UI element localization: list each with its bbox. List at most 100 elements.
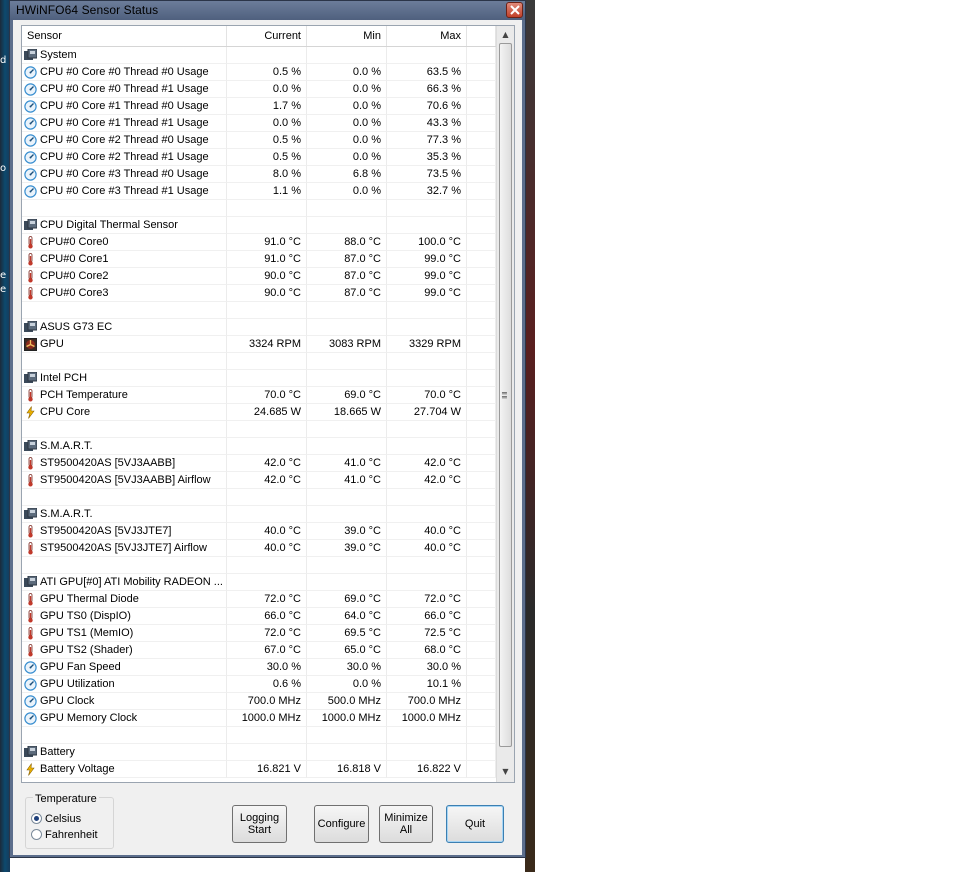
sensor-row[interactable]: ST9500420AS [5VJ3AABB] Airflow 42.0 °C 41.… xyxy=(22,472,496,489)
thermometer-icon xyxy=(28,287,33,300)
sensor-group-row[interactable]: S.M.A.R.T. xyxy=(22,506,496,523)
grip-icon: ═ ═ xyxy=(502,389,507,402)
blank-row[interactable] xyxy=(22,727,496,744)
sensor-row[interactable]: CPU #0 Core #1 Thread #1 Usage 0.0 % 0.0 %… xyxy=(22,115,496,132)
quit-button[interactable]: Quit xyxy=(446,805,504,843)
sensor-name: CPU #0 Core #2 Thread #1 Usage xyxy=(40,151,209,163)
empty-cell xyxy=(227,438,307,455)
current-value-cell: 90.0 °C xyxy=(227,285,307,302)
sensor-name: GPU Thermal Diode xyxy=(40,593,139,605)
radio-celsius[interactable]: Celsius xyxy=(31,813,81,825)
empty-cell xyxy=(227,217,307,234)
sensor-name: ST9500420AS [5VJ3AABB] Airflow xyxy=(40,474,211,486)
sensor-name: GPU TS0 (DispIO) xyxy=(40,610,131,622)
sensor-row[interactable]: CPU#0 Core3 90.0 °C 87.0 °C 99.0 °C xyxy=(22,285,496,302)
max-value-cell: 70.0 °C xyxy=(387,387,467,404)
radio-fahrenheit[interactable]: Fahrenheit xyxy=(31,829,98,841)
gauge-icon xyxy=(24,168,37,181)
spacer-cell xyxy=(467,404,496,421)
sensor-row[interactable]: CPU #0 Core #1 Thread #0 Usage 1.7 % 0.0 %… xyxy=(22,98,496,115)
spacer-cell xyxy=(467,693,496,710)
spacer-cell xyxy=(467,387,496,404)
scroll-down-arrow-icon[interactable]: ▼ xyxy=(497,763,514,780)
radio-button-icon[interactable] xyxy=(31,813,42,824)
sensor-row[interactable]: ST9500420AS [5VJ3JTE7] 40.0 °C 39.0 °C 40.0… xyxy=(22,523,496,540)
blank-row[interactable] xyxy=(22,302,496,319)
sensor-name-cell: CPU#0 Core0 xyxy=(22,234,227,251)
sensor-row[interactable]: CPU #0 Core #0 Thread #1 Usage 0.0 % 0.0 %… xyxy=(22,81,496,98)
column-header-max[interactable]: Max xyxy=(387,26,467,46)
sensor-name: ST9500420AS [5VJ3AABB] xyxy=(40,457,176,469)
sensor-row[interactable]: GPU TS1 (MemIO) 72.0 °C 69.5 °C 72.5 °C xyxy=(22,625,496,642)
blank-row[interactable] xyxy=(22,557,496,574)
sensor-name: GPU Utilization xyxy=(40,678,115,690)
sensor-group-row[interactable]: Intel PCH xyxy=(22,370,496,387)
max-value-cell: 73.5 % xyxy=(387,166,467,183)
sensor-row[interactable]: CPU #0 Core #0 Thread #0 Usage 0.5 % 0.0 %… xyxy=(22,64,496,81)
blank-row[interactable] xyxy=(22,489,496,506)
sensor-row[interactable]: CPU #0 Core #2 Thread #0 Usage 0.5 % 0.0 %… xyxy=(22,132,496,149)
sensor-row[interactable]: GPU Clock 700.0 MHz 500.0 MHz 700.0 MHz xyxy=(22,693,496,710)
sensor-name: ST9500420AS [5VJ3JTE7] Airflow xyxy=(40,542,207,554)
empty-cell xyxy=(307,574,387,591)
sensor-row[interactable]: ST9500420AS [5VJ3AABB] 42.0 °C 41.0 °C 42.0… xyxy=(22,455,496,472)
min-value-cell: 0.0 % xyxy=(307,115,387,132)
configure-button[interactable]: Configure xyxy=(314,805,369,843)
min-value-cell: 0.0 % xyxy=(307,81,387,98)
sensor-group-row[interactable]: System xyxy=(22,47,496,64)
sensor-group-row[interactable]: Battery xyxy=(22,744,496,761)
sensor-list[interactable]: Sensor Current Min Max System CPU #0 Core… xyxy=(21,25,515,783)
thermometer-icon xyxy=(28,593,33,606)
sensor-row[interactable]: GPU Thermal Diode 72.0 °C 69.0 °C 72.0 °C xyxy=(22,591,496,608)
scrollbar-thumb[interactable]: ═ ═ xyxy=(499,43,512,747)
empty-cell xyxy=(227,727,307,744)
blank-row[interactable] xyxy=(22,200,496,217)
sensor-row[interactable]: CPU#0 Core1 91.0 °C 87.0 °C 99.0 °C xyxy=(22,251,496,268)
column-header-sensor[interactable]: Sensor xyxy=(22,26,227,46)
current-value-cell: 91.0 °C xyxy=(227,251,307,268)
sensor-row[interactable]: GPU Utilization 0.6 % 0.0 % 10.1 % xyxy=(22,676,496,693)
spacer-cell xyxy=(467,336,496,353)
sensor-row[interactable]: CPU Core 24.685 W 18.665 W 27.704 W xyxy=(22,404,496,421)
empty-cell xyxy=(387,421,467,438)
blank-row[interactable] xyxy=(22,421,496,438)
vertical-scrollbar[interactable]: ▲ ═ ═ ▼ xyxy=(496,26,514,782)
minimize-all-button[interactable]: Minimize All xyxy=(379,805,433,843)
current-value-cell: 8.0 % xyxy=(227,166,307,183)
sensor-row[interactable]: GPU 3324 RPM 3083 RPM 3329 RPM xyxy=(22,336,496,353)
column-header-current[interactable]: Current xyxy=(227,26,307,46)
current-value-cell: 16.821 V xyxy=(227,761,307,778)
sensor-rows: System CPU #0 Core #0 Thread #0 Usage 0.5 … xyxy=(22,47,496,778)
logging-start-button[interactable]: Logging Start xyxy=(232,805,287,843)
sensor-row[interactable]: GPU Fan Speed 30.0 % 30.0 % 30.0 % xyxy=(22,659,496,676)
sensor-row[interactable]: CPU #0 Core #2 Thread #1 Usage 0.5 % 0.0 %… xyxy=(22,149,496,166)
sensor-row[interactable]: CPU#0 Core2 90.0 °C 87.0 °C 99.0 °C xyxy=(22,268,496,285)
scroll-up-arrow-icon[interactable]: ▲ xyxy=(497,26,514,43)
sensor-group-row[interactable]: ASUS G73 EC xyxy=(22,319,496,336)
sensor-row[interactable]: ST9500420AS [5VJ3JTE7] Airflow 40.0 °C 39.… xyxy=(22,540,496,557)
spacer-cell xyxy=(467,353,496,370)
sensor-row[interactable]: PCH Temperature 70.0 °C 69.0 °C 70.0 °C xyxy=(22,387,496,404)
sensor-group-row[interactable]: ATI GPU[#0] ATI Mobility RADEON ... xyxy=(22,574,496,591)
sensor-row[interactable]: GPU TS0 (DispIO) 66.0 °C 64.0 °C 66.0 °C xyxy=(22,608,496,625)
spacer-cell xyxy=(467,676,496,693)
close-button[interactable] xyxy=(506,2,523,18)
sensor-row[interactable]: CPU#0 Core0 91.0 °C 88.0 °C 100.0 °C xyxy=(22,234,496,251)
spacer-cell xyxy=(467,421,496,438)
group-name: System xyxy=(40,49,77,61)
desktop-text: e xyxy=(0,270,7,281)
sensor-name-cell: ATI GPU[#0] ATI Mobility RADEON ... xyxy=(22,574,227,591)
title-bar[interactable]: HWiNFO64 Sensor Status xyxy=(10,1,525,20)
blank-row[interactable] xyxy=(22,353,496,370)
sensor-row[interactable]: GPU Memory Clock 1000.0 MHz 1000.0 MHz 1000… xyxy=(22,710,496,727)
column-header-min[interactable]: Min xyxy=(307,26,387,46)
sensor-group-row[interactable]: CPU Digital Thermal Sensor xyxy=(22,217,496,234)
radio-button-icon[interactable] xyxy=(31,829,42,840)
desktop-text: e xyxy=(0,284,7,295)
sensor-row[interactable]: GPU TS2 (Shader) 67.0 °C 65.0 °C 68.0 °C xyxy=(22,642,496,659)
sensor-group-row[interactable]: S.M.A.R.T. xyxy=(22,438,496,455)
max-value-cell: 99.0 °C xyxy=(387,251,467,268)
sensor-row[interactable]: Battery Voltage 16.821 V 16.818 V 16.822 V xyxy=(22,761,496,778)
sensor-row[interactable]: CPU #0 Core #3 Thread #1 Usage 1.1 % 0.0 %… xyxy=(22,183,496,200)
sensor-row[interactable]: CPU #0 Core #3 Thread #0 Usage 8.0 % 6.8 %… xyxy=(22,166,496,183)
